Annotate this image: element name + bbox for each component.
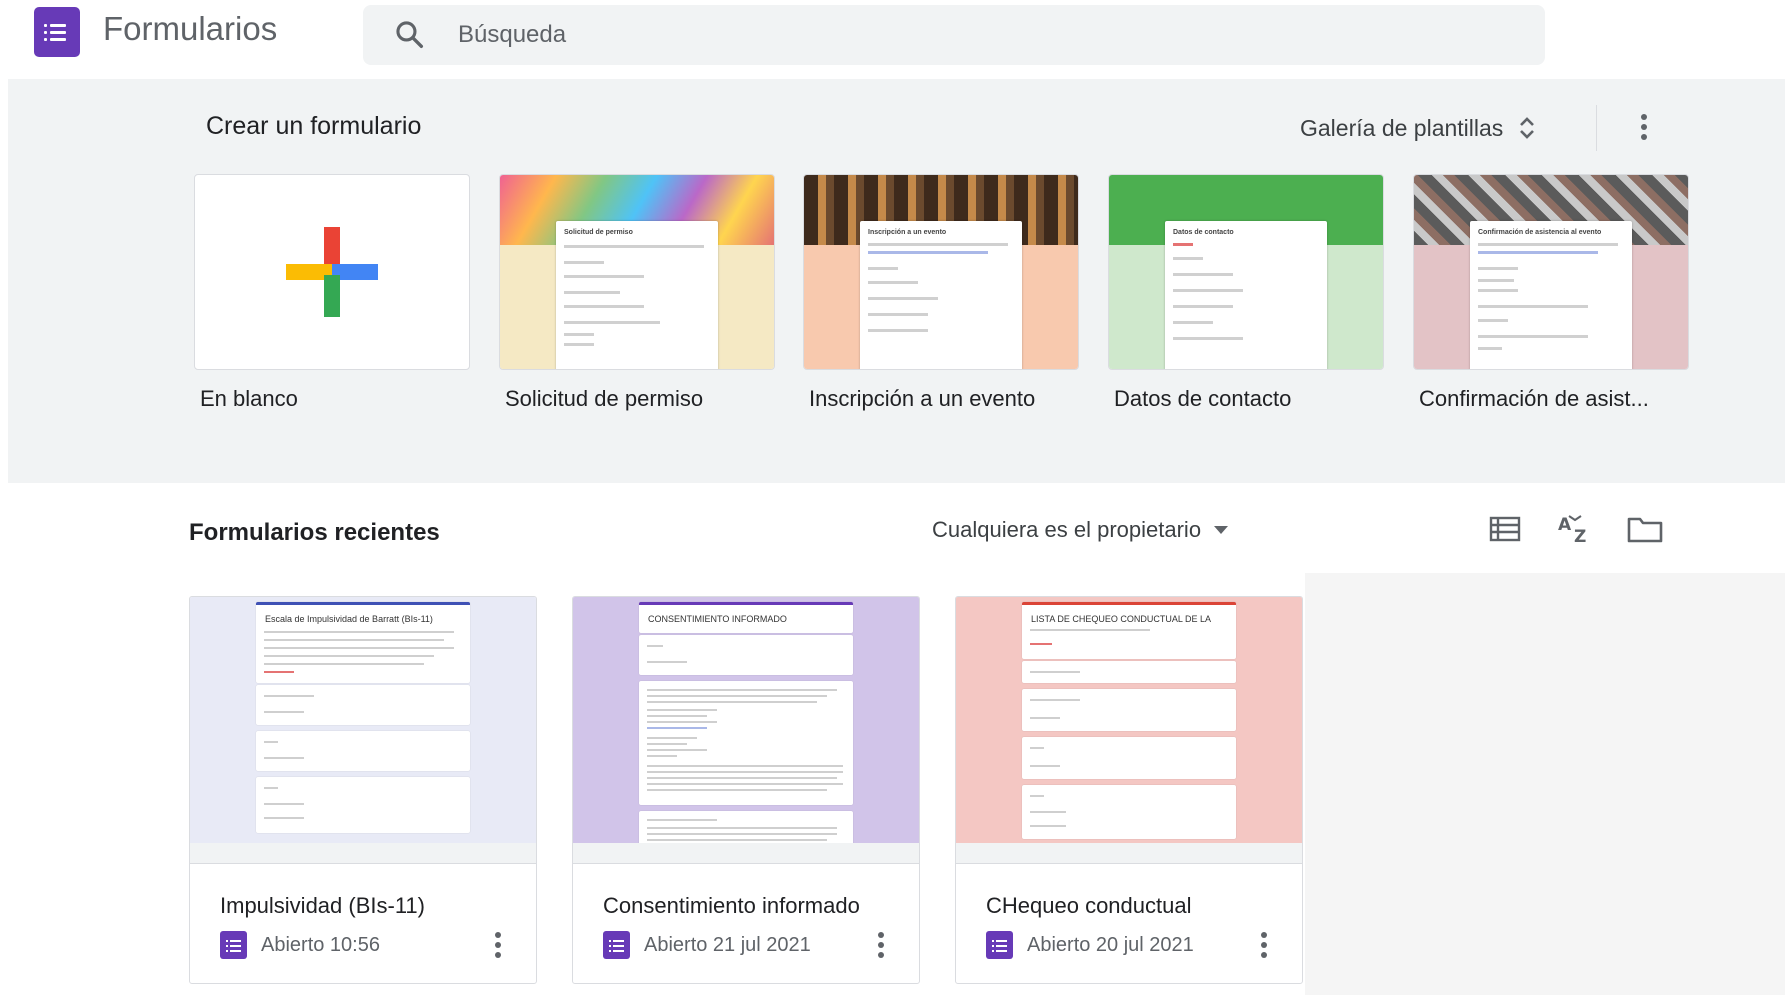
more-options-icon[interactable]	[1246, 927, 1282, 963]
create-form-heading: Crear un formulario	[206, 112, 422, 140]
more-options-icon[interactable]	[1620, 103, 1668, 151]
form-name: Consentimiento informado	[603, 893, 860, 918]
form-name: Impulsividad (BIs-11)	[220, 893, 425, 918]
forms-icon	[603, 931, 630, 959]
plus-icon	[286, 227, 378, 317]
template-thumbnail: Confirmación de asistencia al evento	[1413, 174, 1689, 370]
more-options-icon[interactable]	[480, 927, 516, 963]
template-thumbnail: Inscripción a un evento	[803, 174, 1079, 370]
form-thumbnail: CONSENTIMIENTO INFORMADO	[573, 597, 919, 843]
template-gallery: Crear un formulario Galería de plantilla…	[8, 79, 1785, 483]
forms-icon	[986, 931, 1013, 959]
recent-form-card[interactable]: CONSENTIMIENTO INFORMADO Consentimiento …	[572, 596, 920, 984]
form-thumb-title: CONSENTIMIENTO INFORMADO	[648, 614, 787, 624]
empty-area	[1305, 573, 1785, 995]
form-thumb-title: Escala de Impulsividad de Barratt (BIs-1…	[265, 614, 433, 624]
form-thumbnail: LISTA DE CHEQUEO CONDUCTUAL DE LA	[956, 597, 1302, 843]
template-gallery-label: Galería de plantillas	[1300, 114, 1504, 141]
unfold-icon	[1520, 117, 1535, 139]
search-bar[interactable]	[363, 5, 1545, 65]
template-label: Solicitud de permiso	[505, 386, 704, 411]
forms-logo-icon[interactable]	[34, 7, 80, 57]
list-view-icon[interactable]	[1485, 509, 1525, 549]
form-meta: Abierto 10:56	[220, 930, 380, 960]
svg-text:Z: Z	[1574, 527, 1586, 545]
recent-forms-heading: Formularios recientes	[189, 519, 440, 546]
template-label: Datos de contacto	[1114, 386, 1292, 411]
svg-text:A: A	[1558, 515, 1572, 535]
template-rsvp[interactable]: Confirmación de asistencia al evento Con…	[1413, 174, 1689, 411]
caret-down-icon	[1214, 526, 1229, 534]
template-permission-request[interactable]: Solicitud de permiso Solicitud de permis…	[499, 174, 775, 411]
template-label: En blanco	[200, 386, 298, 411]
template-thumbnail: Solicitud de permiso	[499, 174, 775, 370]
form-meta: Abierto 21 jul 2021	[603, 930, 811, 960]
recent-form-card[interactable]: Escala de Impulsividad de Barratt (BIs-1…	[189, 596, 537, 984]
form-meta: Abierto 20 jul 2021	[986, 930, 1194, 960]
template-thumb-title: Solicitud de permiso	[564, 229, 633, 236]
template-gallery-button[interactable]: Galería de plantillas	[1300, 105, 1537, 151]
template-event-registration[interactable]: Inscripción a un evento Inscripción a un…	[803, 174, 1079, 411]
app-title[interactable]: Formularios	[103, 10, 277, 48]
last-opened: Abierto 20 jul 2021	[1027, 933, 1194, 956]
template-contact-info[interactable]: Datos de contacto Datos de contacto	[1108, 174, 1384, 411]
forms-icon	[220, 931, 247, 959]
search-input[interactable]	[458, 5, 1358, 65]
owner-filter-dropdown[interactable]: Cualquiera es el propietario	[932, 512, 1229, 548]
template-thumbnail: Datos de contacto	[1108, 174, 1384, 370]
more-options-icon[interactable]	[863, 927, 899, 963]
form-name: CHequeo conductual	[986, 893, 1192, 918]
form-thumbnail: Escala de Impulsividad de Barratt (BIs-1…	[190, 597, 536, 843]
search-icon[interactable]	[393, 18, 427, 52]
template-thumbnail	[194, 174, 470, 370]
form-thumb-title: LISTA DE CHEQUEO CONDUCTUAL DE LA	[1031, 614, 1212, 624]
recent-form-card[interactable]: LISTA DE CHEQUEO CONDUCTUAL DE LA CHeque…	[955, 596, 1303, 984]
template-thumb-title: Inscripción a un evento	[868, 229, 947, 236]
divider	[1596, 105, 1597, 151]
template-blank[interactable]: En blanco	[194, 174, 470, 411]
template-label: Confirmación de asist...	[1419, 386, 1649, 411]
last-opened: Abierto 21 jul 2021	[644, 933, 811, 956]
sort-az-icon[interactable]: A Z	[1555, 509, 1595, 549]
owner-filter-label: Cualquiera es el propietario	[932, 517, 1202, 542]
last-opened: Abierto 10:56	[261, 933, 380, 956]
top-bar: Formularios	[0, 0, 1785, 70]
template-thumb-title: Confirmación de asistencia al evento	[1478, 229, 1602, 236]
template-thumb-title: Datos de contacto	[1173, 229, 1234, 236]
template-label: Inscripción a un evento	[809, 386, 1036, 411]
folder-icon[interactable]	[1625, 509, 1665, 549]
